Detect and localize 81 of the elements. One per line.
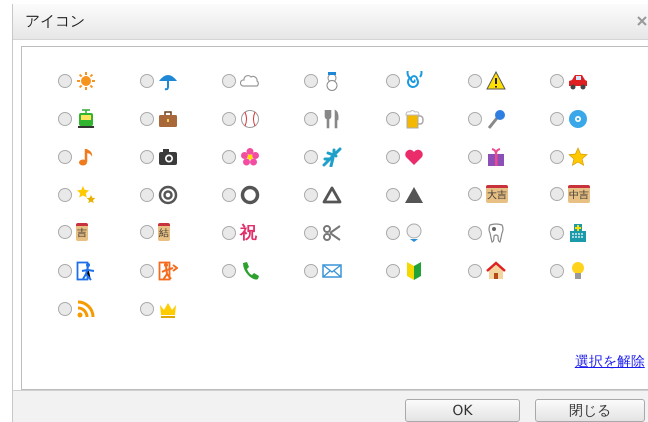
icon-radio[interactable] — [140, 112, 154, 126]
fortune-plaque-icon: 吉 — [76, 222, 88, 241]
dialog-button[interactable]: 閉じる — [535, 399, 645, 422]
tooth-icon — [486, 222, 506, 243]
person-door-icon — [158, 260, 178, 281]
icon-radio[interactable] — [468, 186, 482, 201]
icon-radio[interactable] — [468, 150, 482, 164]
dialog-title: アイコン — [25, 11, 85, 32]
icon-radio[interactable] — [58, 74, 72, 88]
icon-radio[interactable] — [468, 264, 482, 278]
icon-radio[interactable] — [140, 150, 154, 164]
icon-radio[interactable] — [550, 74, 564, 88]
fortune-plaque-icon: 大吉 — [486, 184, 508, 203]
icon-radio[interactable] — [140, 264, 154, 278]
icon-radio[interactable] — [140, 74, 154, 88]
golf-ball-icon — [404, 222, 424, 243]
fortune-plaque-icon: 中吉 — [568, 184, 590, 203]
icon-radio[interactable] — [222, 150, 236, 164]
icon-radio[interactable] — [550, 226, 564, 240]
gift-icon — [486, 146, 506, 167]
icon-radio[interactable] — [386, 112, 400, 126]
icon-radio[interactable] — [468, 112, 482, 126]
tram-icon — [76, 108, 96, 129]
icon-radio[interactable] — [304, 74, 318, 88]
dialog-button[interactable]: OK — [405, 399, 520, 422]
beer-mug-icon — [404, 108, 424, 129]
icon-radio[interactable] — [386, 74, 400, 88]
hospital-icon — [568, 222, 588, 243]
icon-radio[interactable] — [304, 150, 318, 164]
triangle-outline-icon — [322, 184, 342, 205]
house-icon — [486, 260, 506, 281]
icon-radio[interactable] — [222, 264, 236, 278]
icon-radio[interactable] — [58, 150, 72, 164]
kanji-icon: 祝 — [240, 222, 257, 243]
icon-radio[interactable] — [468, 226, 482, 240]
icon-radio[interactable] — [222, 188, 236, 202]
icon-radio[interactable] — [468, 74, 482, 88]
star-icon — [568, 146, 588, 167]
icon-radio[interactable] — [386, 264, 400, 278]
microphone-icon — [486, 108, 506, 129]
icon-radio[interactable] — [58, 264, 72, 278]
warning-icon — [486, 70, 506, 91]
icon-radio[interactable] — [386, 226, 400, 240]
icon-radio[interactable] — [222, 112, 236, 126]
close-icon[interactable] — [636, 15, 648, 28]
icon-radio[interactable] — [140, 224, 154, 239]
icon-radio[interactable] — [386, 188, 400, 202]
icon-radio[interactable] — [222, 226, 236, 240]
icon-radio[interactable] — [58, 112, 72, 126]
scissors-icon — [322, 222, 342, 243]
icon-radio[interactable] — [58, 302, 72, 316]
icon-radio[interactable] — [58, 224, 72, 239]
icon-radio[interactable] — [550, 150, 564, 164]
icon-radio[interactable] — [304, 112, 318, 126]
icon-radio[interactable] — [140, 188, 154, 202]
triangle-icon — [404, 184, 424, 205]
baseball-icon — [240, 108, 260, 129]
icon-radio[interactable] — [304, 226, 318, 240]
icon-radio[interactable] — [58, 188, 72, 202]
clear-selection-link[interactable]: 選択を解除 — [574, 352, 645, 373]
icon-radio[interactable] — [550, 264, 564, 278]
icon-radio[interactable] — [304, 188, 318, 202]
sun-icon — [76, 70, 96, 91]
icon-radio[interactable] — [304, 264, 318, 278]
ring-icon — [240, 184, 260, 205]
phone-icon — [240, 260, 260, 281]
icon-radio[interactable] — [550, 112, 564, 126]
camera-icon — [158, 146, 178, 167]
stars-icon — [76, 184, 96, 205]
icon-radio[interactable] — [550, 186, 564, 201]
disc-icon — [568, 108, 588, 129]
fortune-plaque-icon: 結 — [158, 222, 170, 241]
briefcase-icon — [158, 108, 178, 129]
icon-radio[interactable] — [386, 150, 400, 164]
beginner-mark-icon — [404, 260, 424, 281]
target-icon — [158, 184, 178, 205]
flower-icon — [240, 146, 260, 167]
icon-radio[interactable] — [222, 74, 236, 88]
person-door-icon — [76, 260, 96, 281]
rss-icon — [76, 298, 96, 319]
icon-radio[interactable] — [140, 302, 154, 316]
